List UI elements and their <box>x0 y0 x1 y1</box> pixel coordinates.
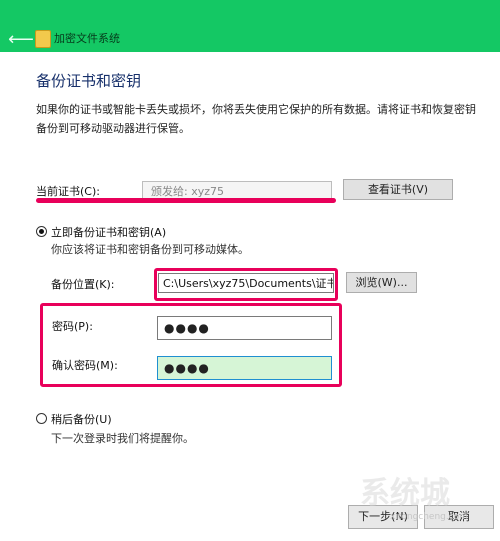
encrypt-file-icon <box>35 30 51 48</box>
page-title: 备份证书和密钥 <box>36 72 142 90</box>
location-label: 备份位置(K): <box>51 278 115 291</box>
current-cert-label: 当前证书(C): <box>36 185 100 198</box>
backup-now-hint: 你应该将证书和密钥备份到可移动媒体。 <box>51 243 249 256</box>
backup-later-label: 稍后备份(U) <box>51 413 112 426</box>
watermark-site: xitongcheng.com <box>390 512 468 522</box>
password-label: 密码(P): <box>52 320 93 333</box>
browse-button[interactable]: 浏览(W)... <box>346 272 417 293</box>
view-cert-button[interactable]: 查看证书(V) <box>343 179 453 200</box>
backup-now-radio[interactable] <box>36 226 47 237</box>
confirm-password-input[interactable]: ●●●● <box>157 356 332 380</box>
confirm-password-label: 确认密码(M): <box>52 359 118 372</box>
backup-now-label: 立即备份证书和密钥(A) <box>51 226 167 239</box>
window-title: 加密文件系统 <box>54 32 120 45</box>
backup-later-hint: 下一次登录时我们将提醒你。 <box>51 432 194 445</box>
back-arrow-icon[interactable]: ⟵ <box>8 30 34 50</box>
location-input[interactable]: C:\Users\xyz75\Documents\证书和 <box>158 273 334 293</box>
password-input[interactable]: ●●●● <box>157 316 332 340</box>
highlight-underline <box>36 198 336 203</box>
page-description: 如果你的证书或智能卡丢失或损坏，你将丢失使用它保护的所有数据。请将证书和恢复密钥… <box>36 103 476 135</box>
backup-later-radio[interactable] <box>36 413 47 424</box>
watermark-brand: 系统城 <box>360 476 450 511</box>
